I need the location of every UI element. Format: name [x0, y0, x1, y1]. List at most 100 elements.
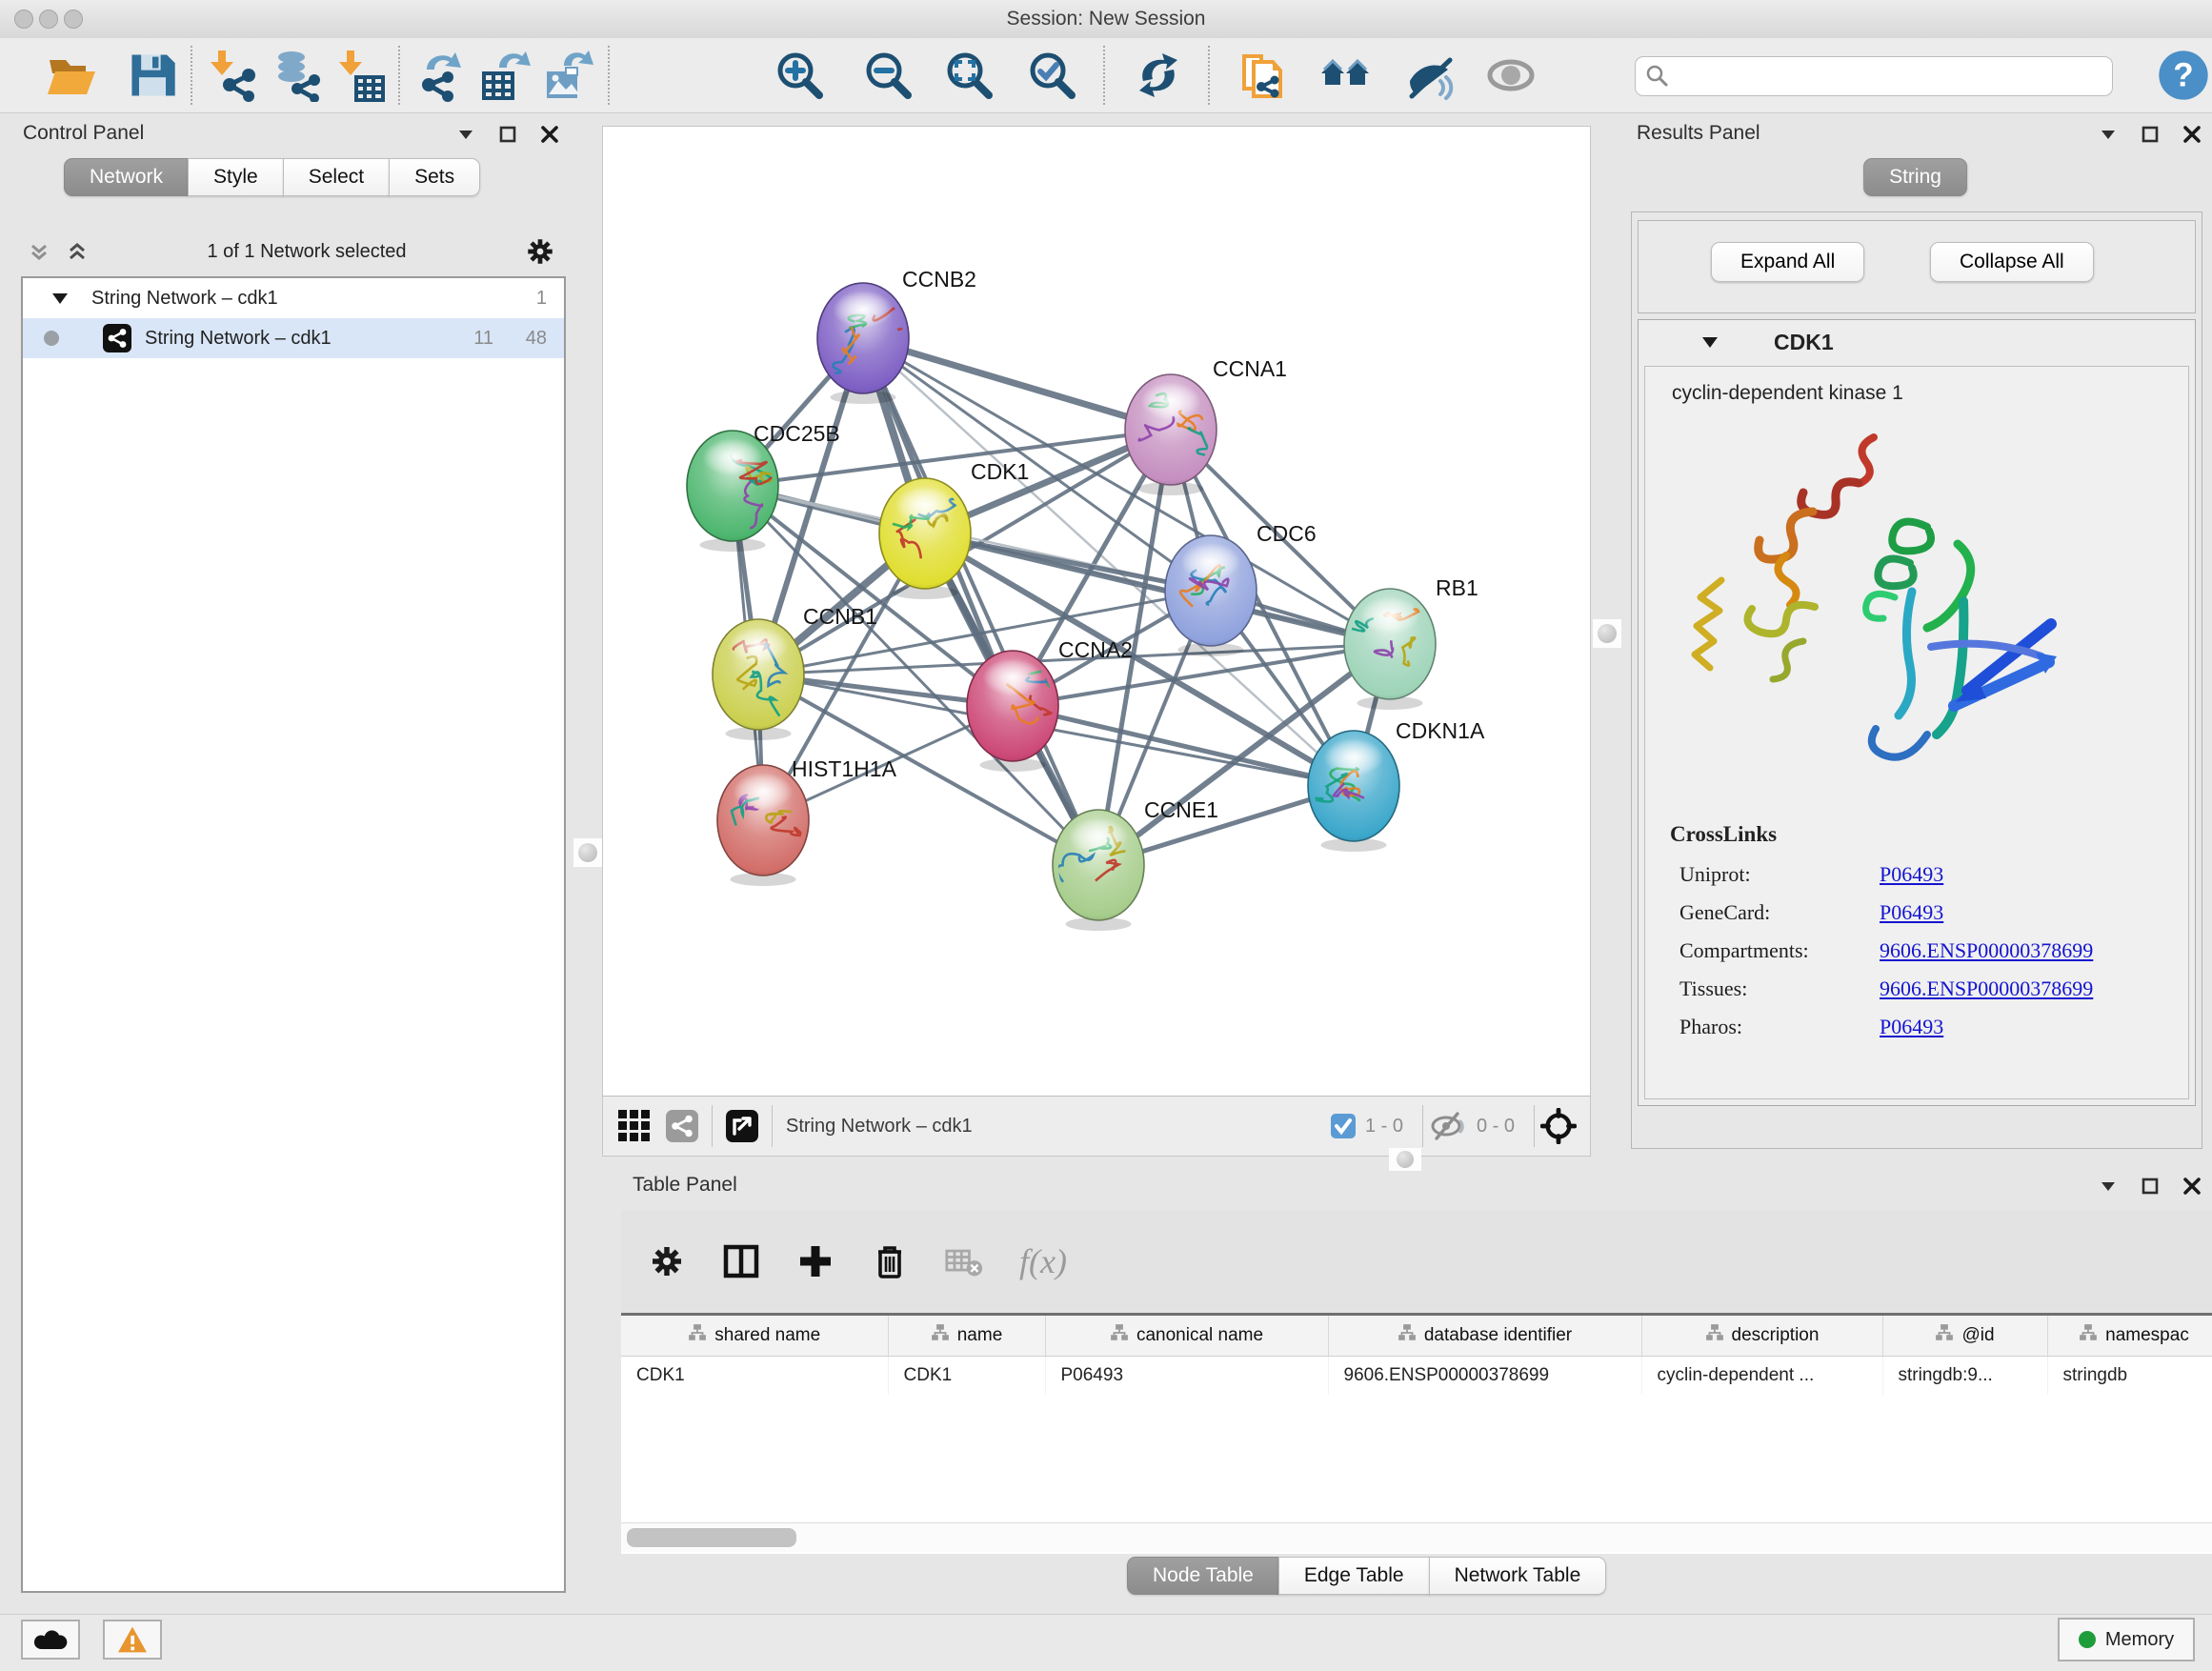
show-all-button[interactable]	[1483, 48, 1538, 103]
collapse-all-networks-icon[interactable]	[27, 239, 51, 264]
hidden-eye-icon[interactable]	[1429, 1112, 1467, 1140]
import-network-database-button[interactable]	[270, 48, 325, 103]
crosslink-link[interactable]: 9606.ENSP00000378699	[1880, 976, 2093, 1001]
collapse-all-button[interactable]: Collapse All	[1930, 242, 2094, 282]
import-table-file-button[interactable]	[334, 48, 390, 103]
close-panel-icon[interactable]	[2182, 1176, 2202, 1197]
tab-network[interactable]: Network	[64, 158, 189, 196]
tab-select[interactable]: Select	[283, 158, 390, 196]
edge-cdk1-rb1[interactable]	[925, 534, 1390, 644]
add-column-icon[interactable]	[796, 1242, 835, 1280]
new-network-from-selection-button[interactable]	[1237, 48, 1293, 103]
panel-menu-icon[interactable]	[2098, 1176, 2119, 1197]
node-ccnb2[interactable]: CCNB2	[817, 267, 976, 404]
table-hscrollbar[interactable]	[621, 1522, 2212, 1552]
node-rb1[interactable]: RB1	[1342, 575, 1478, 710]
network-graph[interactable]: CCNB2 CCNA1 CDC25B CDK1 CDC6 RB1 CCNB1	[603, 127, 1590, 1097]
detach-view-icon[interactable]	[726, 1110, 758, 1142]
panel-menu-icon[interactable]	[2098, 124, 2119, 145]
node-cdkn1a[interactable]: CDKN1A	[1303, 718, 1485, 852]
table-cell[interactable]: P06493	[1045, 1357, 1328, 1396]
close-panel-icon[interactable]	[539, 124, 560, 145]
float-panel-icon[interactable]	[2140, 1176, 2161, 1197]
birds-eye-toggle-icon[interactable]	[1540, 1108, 1577, 1144]
birds-eye-grid-icon[interactable]	[618, 1110, 651, 1142]
selected-checkbox-icon[interactable]	[1331, 1114, 1356, 1138]
float-panel-icon[interactable]	[2140, 124, 2161, 145]
horizontal-splitter-handle[interactable]	[1389, 1148, 1421, 1171]
hscrollbar-thumb[interactable]	[627, 1528, 796, 1547]
column-header-canonical-name[interactable]: canonical name	[1045, 1316, 1328, 1357]
export-table-button[interactable]	[477, 48, 533, 103]
column-header-description[interactable]: description	[1641, 1316, 1882, 1357]
network-row[interactable]: String Network – cdk1 11 48	[23, 318, 564, 358]
column-header--id[interactable]: @id	[1882, 1316, 2047, 1357]
network-share-icon[interactable]	[666, 1110, 698, 1142]
zoom-fit-button[interactable]	[942, 48, 997, 103]
search-input[interactable]	[1678, 65, 2112, 88]
tab-style[interactable]: Style	[188, 158, 284, 196]
tab-string[interactable]: String	[1863, 158, 1967, 196]
tab-network-table[interactable]: Network Table	[1429, 1557, 1607, 1595]
tab-sets[interactable]: Sets	[389, 158, 480, 196]
network-canvas[interactable]: CCNB2 CCNA1 CDC25B CDK1 CDC6 RB1 CCNB1	[602, 126, 1591, 1097]
table-options-gear-icon[interactable]	[648, 1242, 686, 1280]
memory-button[interactable]: Memory	[2058, 1618, 2195, 1661]
float-panel-icon[interactable]	[497, 124, 518, 145]
cloud-button[interactable]	[21, 1620, 80, 1660]
tab-edge-table[interactable]: Edge Table	[1278, 1557, 1430, 1595]
zoom-selected-button[interactable]	[1025, 48, 1080, 103]
column-header-database-identifier[interactable]: database identifier	[1328, 1316, 1641, 1357]
node-hist1h1a[interactable]: HIST1H1A	[717, 756, 897, 886]
import-network-file-button[interactable]	[206, 48, 261, 103]
export-network-button[interactable]	[412, 48, 468, 103]
table-cell[interactable]: CDK1	[888, 1357, 1045, 1396]
tab-node-table[interactable]: Node Table	[1127, 1557, 1279, 1595]
column-header-shared-name[interactable]: shared name	[621, 1316, 888, 1357]
close-panel-icon[interactable]	[2182, 124, 2202, 145]
apply-preferred-layout-button[interactable]	[1131, 48, 1186, 103]
toolbar-separator	[1208, 46, 1210, 105]
node-ccna1[interactable]: CCNA1	[1125, 356, 1287, 495]
network-collection-row[interactable]: String Network – cdk1 1	[23, 278, 564, 318]
hide-selected-button[interactable]	[1401, 48, 1457, 103]
right-splitter-handle[interactable]	[1593, 619, 1621, 648]
zoom-in-button[interactable]	[773, 48, 828, 103]
table-cell[interactable]: stringdb	[2047, 1357, 2212, 1396]
node-ccne1[interactable]: CCNE1	[1053, 797, 1218, 931]
table-cell[interactable]: cyclin-dependent ...	[1641, 1357, 1882, 1396]
show-columns-icon[interactable]	[722, 1242, 760, 1280]
help-button[interactable]: ?	[2156, 48, 2211, 103]
left-splitter-handle[interactable]	[573, 838, 602, 867]
export-image-button[interactable]	[540, 48, 595, 103]
first-neighbors-button[interactable]	[1317, 48, 1373, 103]
collapse-collection-icon[interactable]	[50, 288, 70, 309]
table-cell[interactable]: CDK1	[621, 1357, 888, 1396]
table-cell[interactable]: 9606.ENSP00000378699	[1328, 1357, 1641, 1396]
node-ccna2[interactable]: CCNA2	[967, 637, 1133, 772]
zoom-out-button[interactable]	[861, 48, 916, 103]
table-row[interactable]: CDK1CDK1P064939606.ENSP00000378699cyclin…	[621, 1357, 2212, 1396]
crosslink-link[interactable]: 9606.ENSP00000378699	[1880, 938, 2093, 963]
gene-section-header[interactable]: CDK1	[1639, 320, 2195, 364]
expand-all-networks-icon[interactable]	[65, 239, 90, 264]
network-options-gear-icon[interactable]	[524, 235, 556, 268]
node-ccnb1[interactable]: CCNB1	[713, 604, 877, 740]
network-label: String Network – cdk1	[145, 328, 332, 350]
expand-all-button[interactable]: Expand All	[1711, 242, 1864, 282]
search-field[interactable]	[1635, 56, 2113, 96]
panel-menu-icon[interactable]	[455, 124, 476, 145]
column-header-name[interactable]: name	[888, 1316, 1045, 1357]
collapse-gene-icon[interactable]	[1699, 332, 1720, 352]
table-cell[interactable]: stringdb:9...	[1882, 1357, 2047, 1396]
edge-ccnb2-ccna1[interactable]	[863, 338, 1171, 430]
save-session-button[interactable]	[125, 48, 180, 103]
crosslink-link[interactable]: P06493	[1880, 900, 1943, 925]
crosslink-link[interactable]: P06493	[1880, 1015, 1943, 1039]
open-session-button[interactable]	[44, 48, 99, 103]
edge-ccnb2-ccne1[interactable]	[863, 338, 1098, 865]
warnings-button[interactable]	[103, 1620, 162, 1660]
column-header-namespac[interactable]: namespac	[2047, 1316, 2212, 1357]
crosslink-link[interactable]: P06493	[1880, 862, 1943, 887]
delete-column-icon[interactable]	[871, 1242, 909, 1280]
